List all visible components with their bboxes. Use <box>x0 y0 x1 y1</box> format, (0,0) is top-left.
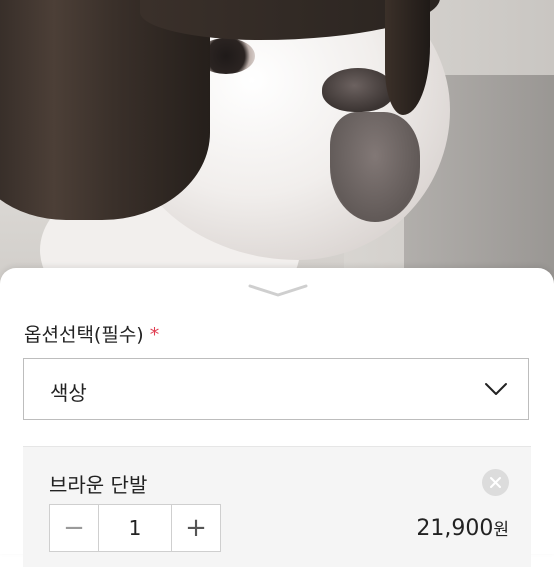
selected-option-name: 브라운 단발 <box>49 473 148 497</box>
option-bottom-sheet: 옵션선택(필수) * 색상 브라운 단발 − 1 + 21,900원 <box>0 268 554 567</box>
close-icon <box>490 477 501 488</box>
quantity-value: 1 <box>128 516 142 540</box>
remove-option-button[interactable] <box>482 469 509 496</box>
required-mark: * <box>149 324 160 346</box>
color-select-value: 색상 <box>50 381 87 405</box>
product-photo <box>0 0 554 300</box>
option-price: 21,900원 <box>416 515 509 541</box>
option-price-amount: 21,900 <box>416 516 494 541</box>
wig-hair-left <box>0 0 210 220</box>
option-price-unit: 원 <box>493 520 509 540</box>
option-label: 옵션선택(필수) <box>24 324 144 346</box>
chevron-down-icon <box>485 383 507 395</box>
dog-muzzle <box>330 112 420 222</box>
option-label-row: 옵션선택(필수) * <box>24 320 159 347</box>
selected-option-card: 브라운 단발 − 1 + 21,900원 <box>23 446 531 567</box>
sheet-handle-chevron-icon[interactable] <box>248 283 308 297</box>
quantity-decrease-button[interactable]: − <box>50 505 99 551</box>
quantity-stepper: − 1 + <box>49 504 221 552</box>
quantity-increase-button[interactable]: + <box>171 505 220 551</box>
dog-nose <box>322 68 394 112</box>
color-select[interactable]: 색상 <box>23 358 529 420</box>
